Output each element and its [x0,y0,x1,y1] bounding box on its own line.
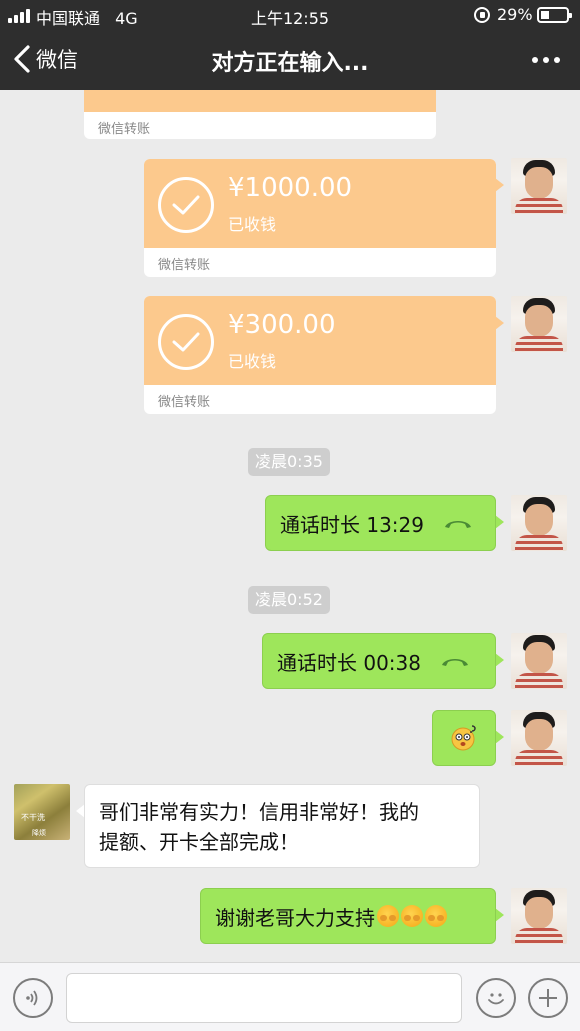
sticker-message[interactable] [432,710,496,766]
my-avatar[interactable] [511,888,567,944]
message-line: 哥们非常有实力！信用非常好！我的 [99,800,419,824]
transfer-status: 已收钱 [228,352,277,371]
chevron-left-icon [14,45,30,73]
check-icon [158,314,214,370]
input-bar [0,962,580,1031]
transfer-footer: 微信转账 [98,122,151,137]
voice-wave-icon [26,990,38,1006]
battery-icon [537,7,572,23]
more-functions-button[interactable] [528,978,568,1018]
transfer-amount: ¥1000.00 [228,173,353,203]
nav-bar: 微信 对方正在输入... [0,30,580,90]
dizzy-face-emoji-icon [451,725,476,751]
chat-area[interactable]: 微信转账 ¥1000.00 已收钱 微信转账 ¥300.00 已收钱 微信转账 … [0,90,580,962]
my-avatar[interactable] [511,495,567,551]
message-input[interactable] [66,973,462,1023]
back-label: 微信 [36,48,78,72]
back-button[interactable]: 微信 [12,42,78,76]
emoji-button[interactable] [476,978,516,1018]
call-record-message[interactable]: 通话时长 00:38 [262,633,496,689]
battery-percent: 29% [497,5,533,24]
grimace-face-emoji-icon [401,905,423,927]
text-message[interactable]: 哥们非常有实力！信用非常好！我的 提额、开卡全部完成！ [84,784,480,868]
other-user-avatar[interactable]: 不干洗 降烦 [14,784,70,840]
transfer-message[interactable]: ¥300.00 已收钱 微信转账 [144,296,496,414]
message-text: 谢谢老哥大力支持 [215,905,375,930]
more-options-button[interactable] [524,46,568,74]
grimace-face-emoji-icon [377,905,399,927]
page-title: 对方正在输入... [211,51,369,76]
transfer-message[interactable]: 微信转账 [84,90,436,139]
more-dots-icon [532,57,538,63]
my-avatar[interactable] [511,158,567,214]
text-message[interactable]: 谢谢老哥大力支持 [200,888,496,944]
timestamp: 凌晨0:52 [248,586,330,614]
message-line: 提额、开卡全部完成！ [99,830,299,854]
status-bar: 中国联通 4G 上午12:55 29% [0,0,580,30]
transfer-footer: 微信转账 [158,258,211,273]
my-avatar[interactable] [511,633,567,689]
transfer-footer: 微信转账 [158,395,211,410]
grimace-face-emoji-icon [425,905,447,927]
transfer-status: 已收钱 [228,215,277,234]
call-duration: 通话时长 13:29 [280,512,424,537]
phone-hangup-icon [442,515,474,531]
call-duration: 通话时长 00:38 [277,650,421,675]
call-record-message[interactable]: 通话时长 13:29 [265,495,496,551]
transfer-amount: ¥300.00 [228,310,336,340]
top-bar: 中国联通 4G 上午12:55 29% 微信 对方正在输入... [0,0,580,90]
status-time: 上午12:55 [250,9,330,28]
check-icon [158,177,214,233]
voice-input-button[interactable] [13,978,53,1018]
smiley-icon [488,993,504,1005]
my-avatar[interactable] [511,710,567,766]
timestamp: 凌晨0:35 [248,448,330,476]
phone-hangup-icon [439,653,471,669]
orientation-lock-icon [474,7,490,23]
transfer-message[interactable]: ¥1000.00 已收钱 微信转账 [144,159,496,277]
my-avatar[interactable] [511,296,567,352]
